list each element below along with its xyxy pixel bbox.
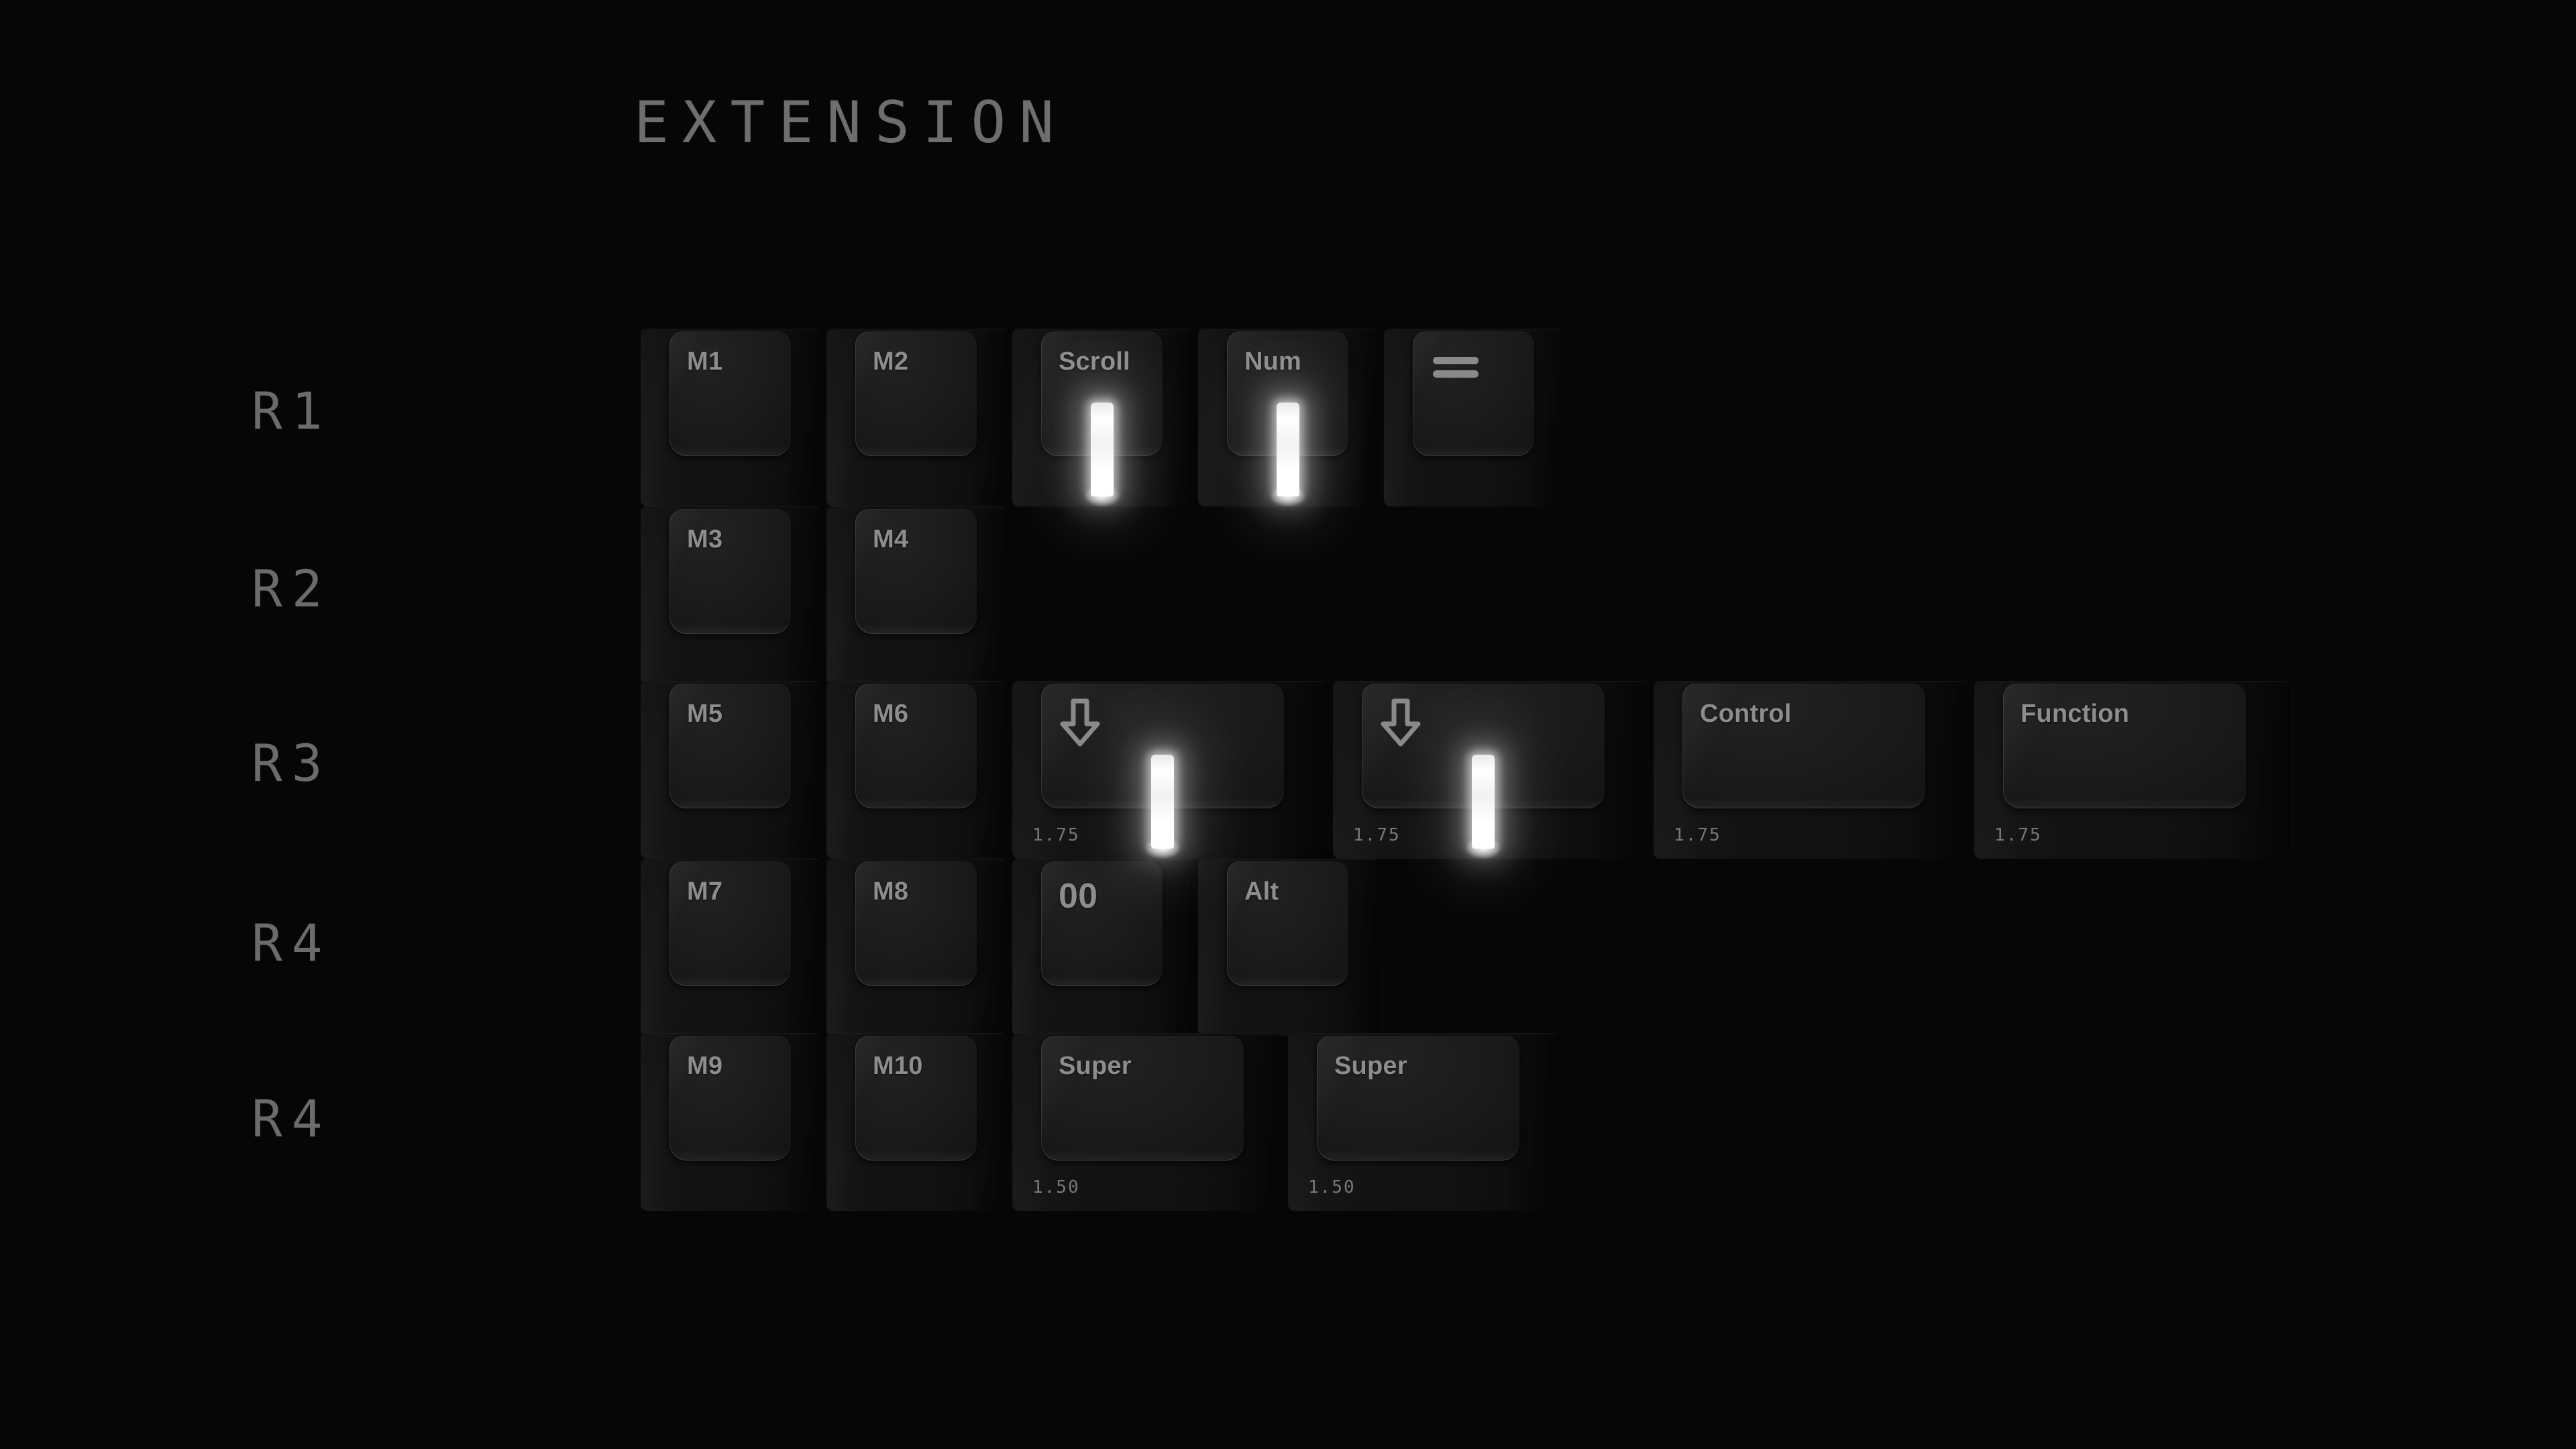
keycap-top-face: M5 — [669, 684, 791, 808]
keycap-alt[interactable]: Alt — [1198, 859, 1378, 1036]
keycap-legend: Function — [2021, 700, 2130, 728]
keycap-top-face: Super — [1317, 1036, 1519, 1161]
keycap-m4[interactable]: M4 — [826, 506, 1006, 684]
keycap-legend: M9 — [687, 1052, 723, 1080]
keycap-top-face: Super — [1041, 1036, 1244, 1161]
keycap-m5[interactable]: M5 — [641, 681, 820, 859]
keycap-m9[interactable]: M9 — [641, 1033, 820, 1211]
row-label-3: R3 — [252, 733, 332, 793]
row-label-5: R4 — [252, 1089, 332, 1148]
keycap-size-label: 1.75 — [1032, 825, 1080, 845]
keycap-m1[interactable]: M1 — [641, 329, 820, 506]
keycap-00[interactable]: 00 — [1012, 859, 1192, 1036]
keycap-top-face: M9 — [669, 1036, 791, 1161]
led-indicator-stem — [1270, 402, 1306, 507]
led-indicator-stem — [1144, 755, 1181, 859]
keycap-m10[interactable]: M10 — [826, 1033, 1006, 1211]
keycap-top-face: Alt — [1227, 861, 1348, 986]
equals-icon — [1432, 354, 1480, 381]
keycap-legend: Scroll — [1059, 347, 1130, 376]
keycap-top-face: M8 — [855, 861, 977, 986]
keycap-equals[interactable] — [1384, 329, 1564, 506]
keycap-top-face: M3 — [669, 509, 791, 634]
keycap-legend: M3 — [687, 525, 723, 553]
keycap-m6[interactable]: M6 — [826, 681, 1006, 859]
keycap-set-canvas: EXTENSION R1 R2 R3 R4 R4 M1 M2 Scroll Num M3 M4 M5… — [0, 0, 2576, 1449]
keycap-size-label: 1.50 — [1308, 1177, 1356, 1197]
keycap-top-face: M10 — [855, 1036, 977, 1161]
keycap-legend: M2 — [873, 347, 909, 376]
keycap-legend: Alt — [1244, 877, 1279, 906]
row-label-1: R1 — [252, 381, 332, 441]
keycap-legend: Control — [1700, 700, 1792, 728]
keycap-m7[interactable]: M7 — [641, 859, 820, 1036]
keycap-size-label: 1.75 — [1674, 825, 1721, 845]
keycap-legend: M4 — [873, 525, 909, 553]
keycap-legend: 00 — [1059, 877, 1098, 916]
keycap-legend: Num — [1244, 347, 1302, 376]
keycap-num[interactable]: Num — [1198, 329, 1378, 507]
keycap-legend: M5 — [687, 700, 723, 728]
keycap-top-face: M7 — [669, 861, 791, 986]
keycap-top-face: M1 — [669, 331, 791, 456]
row-label-2: R2 — [252, 559, 332, 619]
keycap-legend: M1 — [687, 347, 723, 376]
keycap-top-face: Control — [1682, 684, 1925, 808]
keycap-legend: M8 — [873, 877, 909, 906]
keycap-m3[interactable]: M3 — [641, 506, 820, 684]
keycap-legend: M6 — [873, 700, 909, 728]
keycap-legend: Super — [1334, 1052, 1407, 1080]
keycap-top-face: M2 — [855, 331, 977, 456]
led-indicator-stem — [1465, 755, 1501, 859]
keycap-size-label: 1.50 — [1032, 1177, 1080, 1197]
page-title: EXTENSION — [634, 89, 1067, 156]
keycap-top-face: Function — [2003, 684, 2246, 808]
keycap-top-face: M6 — [855, 684, 977, 808]
keycap-legend: Super — [1059, 1052, 1132, 1080]
arrow-down-icon — [1057, 697, 1103, 748]
keycap-m2[interactable]: M2 — [826, 329, 1006, 506]
keycap-top-face: 00 — [1041, 861, 1163, 986]
keycap-top-face: M4 — [855, 509, 977, 634]
arrow-down-icon — [1378, 697, 1424, 748]
keycap-size-label: 1.75 — [1994, 825, 2042, 845]
keycap-m8[interactable]: M8 — [826, 859, 1006, 1036]
keycap-scroll[interactable]: Scroll — [1012, 329, 1192, 507]
keycap-size-label: 1.75 — [1353, 825, 1401, 845]
row-label-4: R4 — [252, 913, 332, 973]
keycap-legend: M7 — [687, 877, 723, 906]
keycap-legend: M10 — [873, 1052, 923, 1080]
keycap-top-face — [1413, 331, 1534, 456]
led-indicator-stem — [1084, 402, 1120, 507]
